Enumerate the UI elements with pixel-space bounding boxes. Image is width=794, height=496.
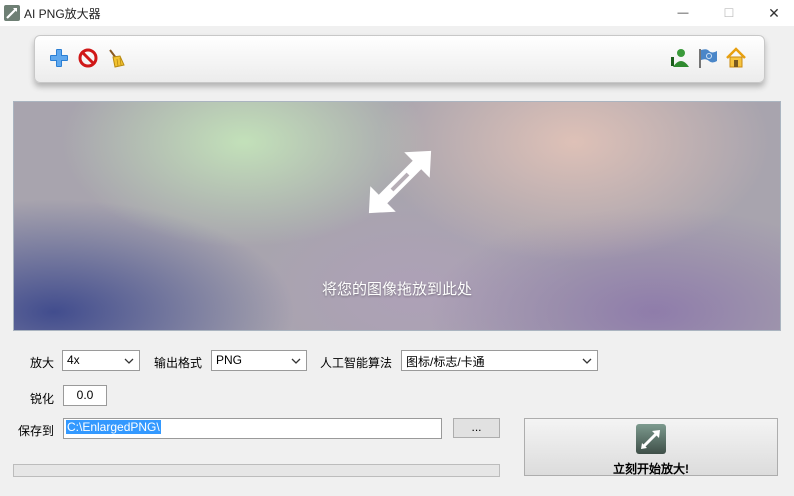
- browse-button[interactable]: ...: [453, 418, 500, 438]
- close-icon: ✕: [768, 4, 780, 21]
- user-icon[interactable]: [669, 47, 691, 69]
- broom-icon[interactable]: [105, 47, 127, 69]
- maximize-icon: ☐: [723, 6, 735, 20]
- sharpen-value: 0.0: [76, 388, 94, 402]
- toolbar: [34, 35, 765, 83]
- scale-select[interactable]: 4x: [62, 350, 140, 371]
- drop-zone-text: 将您的图像拖放到此处: [321, 281, 472, 298]
- stop-icon[interactable]: [77, 47, 99, 69]
- progress-bar: [13, 464, 500, 477]
- format-select[interactable]: PNG: [211, 350, 307, 371]
- minimize-button[interactable]: —: [660, 0, 706, 26]
- home-icon[interactable]: [725, 47, 747, 69]
- sharpen-label: 锐化: [30, 392, 55, 406]
- scale-value: 4x: [67, 353, 80, 367]
- minimize-icon: —: [677, 7, 689, 19]
- format-label: 输出格式: [154, 356, 203, 370]
- resize-arrow-icon: [368, 150, 432, 214]
- close-button[interactable]: ✕: [751, 0, 794, 26]
- window-title: AI PNG放大器: [24, 7, 101, 21]
- chevron-down-icon: [582, 358, 592, 364]
- format-value: PNG: [216, 353, 243, 367]
- start-enlarge-label: 立刻开始放大!: [613, 462, 689, 476]
- start-enlarge-button[interactable]: 立刻开始放大!: [524, 418, 778, 476]
- add-icon[interactable]: [48, 47, 70, 69]
- chevron-down-icon: [291, 358, 301, 364]
- save-path-input[interactable]: C:\EnlargedPNG\: [63, 418, 442, 439]
- sharpen-input[interactable]: 0.0: [63, 385, 107, 406]
- algorithm-select[interactable]: 图标/标志/卡通: [401, 350, 598, 371]
- flag-icon[interactable]: [697, 47, 719, 69]
- save-path-value: C:\EnlargedPNG\: [66, 420, 161, 434]
- algorithm-value: 图标/标志/卡通: [406, 355, 485, 369]
- maximize-button[interactable]: ☐: [706, 0, 752, 26]
- algorithm-label: 人工智能算法: [320, 356, 393, 370]
- scale-label: 放大: [30, 356, 55, 370]
- title-bar: AI PNG放大器 — ☐ ✕: [0, 0, 794, 26]
- image-drop-zone[interactable]: 将您的图像拖放到此处: [13, 101, 781, 331]
- enlarge-icon: [636, 424, 666, 454]
- chevron-down-icon: [124, 358, 134, 364]
- app-icon: [4, 5, 20, 21]
- save-to-label: 保存到: [18, 424, 55, 438]
